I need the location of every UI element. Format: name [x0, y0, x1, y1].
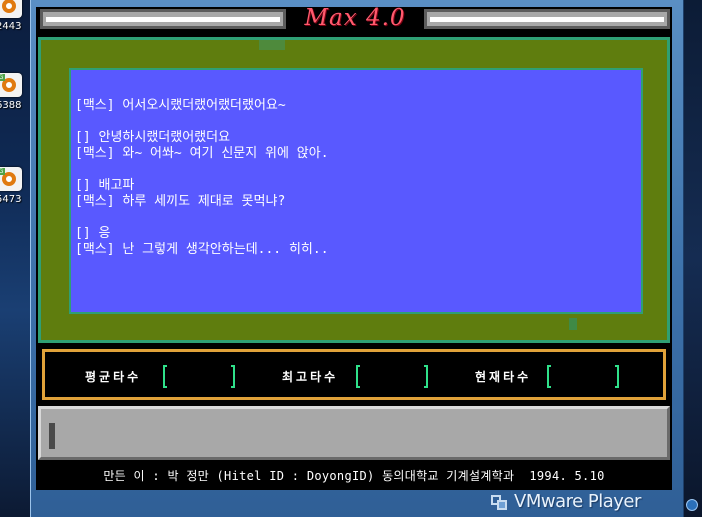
credits-line: 만든 이 : 박 정만 (Hitel ID : DoyongID) 동의대학교 … [103, 469, 605, 483]
stat-average-label: 평균타수 [85, 370, 142, 384]
host-desktop-right [684, 0, 702, 517]
host-desktop: 2443 G 6388 G 5473 [0, 0, 30, 517]
chat-line [75, 114, 641, 130]
stat-max-field [356, 365, 428, 388]
vmware-branding: VMware Player [36, 490, 672, 517]
chat-line: [맥스] 난 그렇게 생각안하는데... 히히.. [75, 242, 329, 257]
desktop-shortcut[interactable]: G 6388 [0, 73, 26, 111]
media-file-icon: G [0, 73, 22, 97]
title-decoration-left [40, 9, 286, 29]
media-file-icon [0, 0, 22, 18]
media-file-icon: G [0, 167, 22, 191]
stat-current-label: 현재타수 [475, 370, 532, 384]
desktop-shortcut[interactable]: G 5473 [0, 167, 26, 205]
text-cursor [49, 423, 55, 449]
board-notch [259, 40, 285, 50]
title-bar: Max 4.0 [36, 5, 672, 34]
title-decoration-right [424, 9, 670, 29]
chat-line: [] 응 [75, 226, 111, 241]
dos-screen[interactable]: Max 4.0 [맥스] 어서오시랬더랬어랬더랬어요~ [] 안녕하시랬더랬어랬… [36, 5, 672, 490]
chat-panel: [맥스] 어서오시랬더랬어랬더랬어요~ [] 안녕하시랬더랬어랬더요 [맥스] … [69, 68, 643, 314]
chat-input[interactable] [38, 406, 670, 460]
board-notch [569, 318, 577, 330]
chat-board: [맥스] 어서오시랬더랬어랬더랬어요~ [] 안녕하시랬더랬어랬더요 [맥스] … [38, 37, 670, 343]
desktop-shortcut-label: 2443 [0, 21, 22, 32]
chat-line: [] 배고파 [75, 178, 135, 193]
chat-line [75, 210, 641, 226]
tray-icon[interactable] [686, 499, 698, 511]
chat-line [75, 162, 641, 178]
vmware-player-label: VMware Player [514, 491, 641, 512]
stat-current-field [547, 365, 619, 388]
desktop-shortcut[interactable]: 2443 [0, 0, 26, 32]
chat-line: [맥스] 와~ 어쏴~ 여기 신문지 위에 앉아. [75, 146, 329, 161]
typing-stats-panel: 평균타수 최고타수 현재타수 [42, 349, 666, 400]
chat-line: [] 안녕하시랬더랬어랬더요 [75, 130, 231, 145]
desktop-shortcut-label: 6388 [0, 100, 22, 111]
chat-line: [맥스] 어서오시랬더랬어랬더랬어요~ [75, 98, 286, 113]
chat-line: [맥스] 하루 세끼도 제대로 못먹냐? [75, 194, 286, 209]
desktop-shortcut-label: 5473 [0, 194, 22, 205]
app-title: Max 4.0 [304, 5, 406, 31]
stat-average-field [163, 365, 235, 388]
vmware-logo-icon [491, 495, 509, 511]
stat-max-label: 최고타수 [282, 370, 339, 384]
